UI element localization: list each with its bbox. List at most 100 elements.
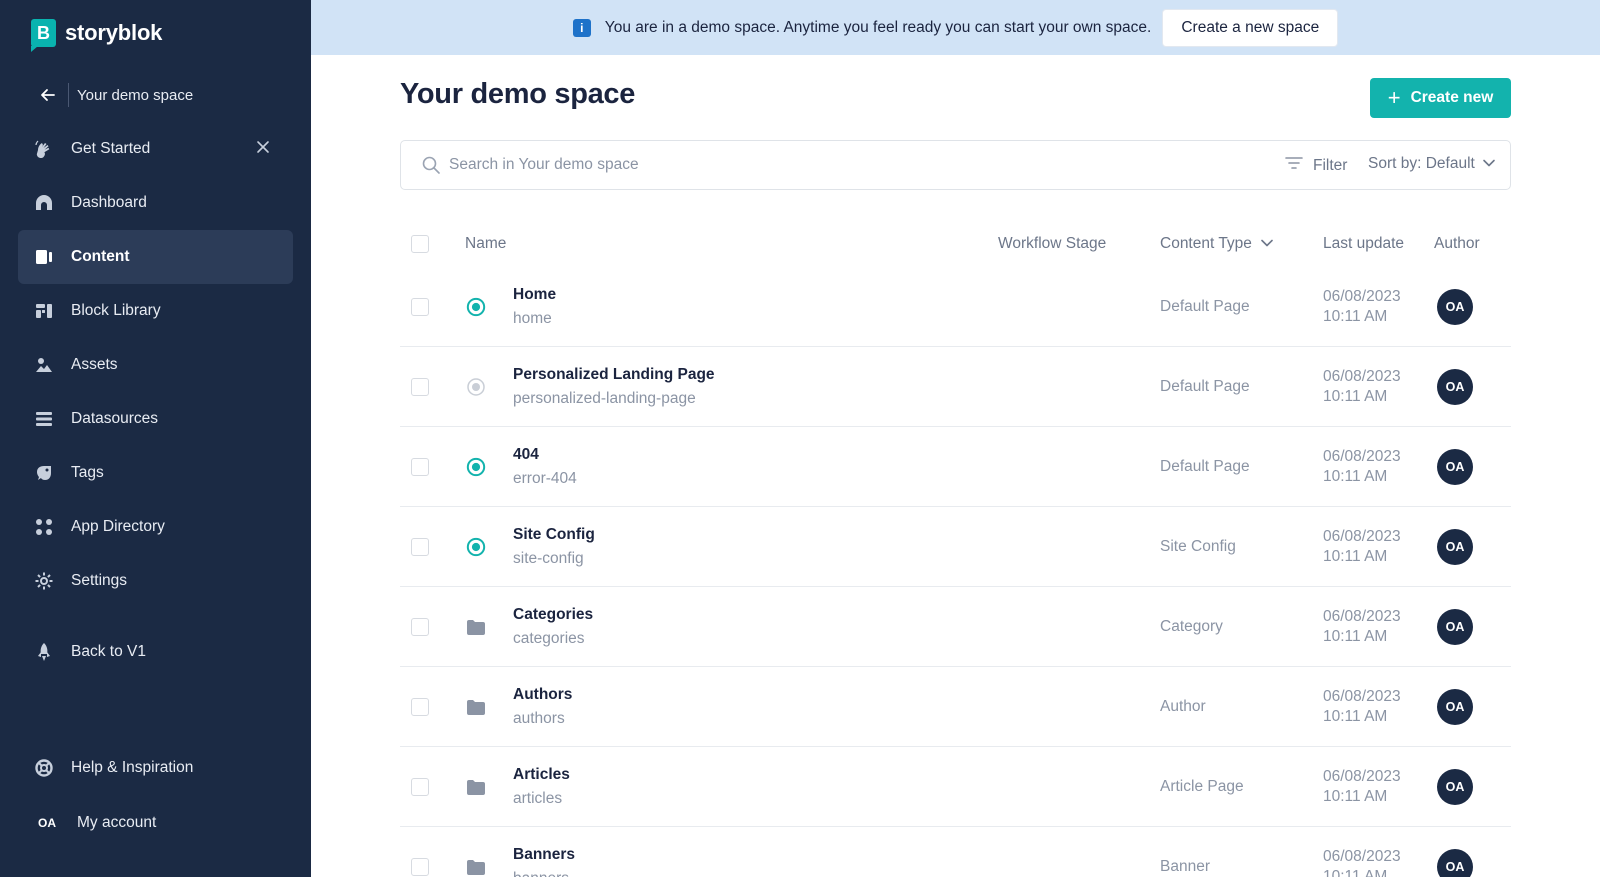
create-new-button[interactable]: + Create new — [1370, 78, 1511, 118]
select-all-checkbox[interactable] — [411, 235, 429, 253]
header-last-update[interactable]: Last update — [1323, 221, 1404, 267]
header-name[interactable]: Name — [465, 221, 506, 267]
filter-button[interactable]: Filter — [1284, 155, 1347, 176]
row-checkbox[interactable] — [411, 538, 429, 556]
row-checkbox[interactable] — [411, 698, 429, 716]
tag-icon — [34, 463, 54, 483]
page-title: Your demo space — [400, 78, 636, 110]
banner-text: You are in a demo space. Anytime you fee… — [604, 18, 1152, 36]
row-date: 06/08/2023 — [1323, 448, 1401, 465]
row-name-cell[interactable]: Personalized Landing Page personalized-la… — [513, 347, 715, 427]
row-checkbox[interactable] — [411, 298, 429, 316]
table-row[interactable]: Site Config site-config Site Config 06/08/2… — [400, 507, 1511, 587]
row-slug: articles — [513, 790, 563, 807]
sort-dropdown[interactable]: Sort by: Default — [1368, 155, 1496, 173]
table-row[interactable]: 404 error-404 Default Page 06/08/2023 10:11 … — [400, 427, 1511, 507]
apps-icon — [34, 517, 54, 537]
row-time: 10:11 AM — [1323, 388, 1388, 405]
table-row[interactable]: Personalized Landing Page personalized-la… — [400, 347, 1511, 427]
row-checkbox[interactable] — [411, 778, 429, 796]
sidebar-item-get-started[interactable]: Get Started — [18, 122, 293, 176]
block-library-icon — [34, 301, 54, 321]
row-name-cell[interactable]: Authors authors — [513, 667, 572, 747]
table-row[interactable]: Articles articles Article Page 06/08/2023 10… — [400, 747, 1511, 827]
sidebar-item-help[interactable]: Help & Inspiration — [18, 741, 293, 795]
sidebar-item-label: Assets — [71, 356, 118, 373]
row-title: Articles — [513, 766, 570, 783]
sidebar-item-app-directory[interactable]: App Directory — [18, 500, 293, 554]
sidebar-item-tags[interactable]: Tags — [18, 446, 293, 500]
storyblok-logo[interactable]: B storyblok — [31, 19, 163, 52]
row-last-update: 06/08/2023 10:11 AM — [1323, 667, 1401, 747]
row-content-type: Banner — [1160, 858, 1210, 875]
row-type-cell — [466, 507, 486, 587]
avatar[interactable]: OA — [1437, 529, 1473, 565]
sidebar-item-label: Datasources — [71, 410, 159, 427]
avatar[interactable]: OA — [1437, 609, 1473, 645]
row-title: Categories — [513, 606, 594, 623]
sidebar-item-back-to-v1[interactable]: Back to V1 — [18, 625, 293, 679]
logo-text: storyblok — [65, 20, 163, 45]
header-content-type[interactable]: Content Type — [1160, 221, 1274, 267]
close-icon[interactable] — [255, 139, 271, 159]
sidebar-item-dashboard[interactable]: Dashboard — [18, 176, 293, 230]
demo-space-banner: i You are in a demo space. Anytime you f… — [311, 0, 1600, 55]
create-new-space-button[interactable]: Create a new space — [1162, 8, 1339, 47]
table-row[interactable]: Banners banners Banner 06/08/2023 10:11 AM OA — [400, 827, 1511, 877]
header-workflow-stage[interactable]: Workflow Stage — [998, 221, 1106, 267]
select-all-cell — [411, 221, 429, 267]
row-author-cell: OA — [1437, 507, 1473, 587]
row-time: 10:11 AM — [1323, 708, 1388, 725]
search-input[interactable] — [449, 156, 1269, 174]
table-row[interactable]: Categories categories Category 06/08/2023 10… — [400, 587, 1511, 667]
sidebar-item-label: Get Started — [71, 140, 151, 157]
avatar[interactable]: OA — [1437, 369, 1473, 405]
row-time: 10:11 AM — [1323, 308, 1388, 325]
search-icon — [421, 155, 441, 175]
table-header: Name Workflow Stage Content Type Last up… — [400, 221, 1511, 267]
avatar[interactable]: OA — [1437, 849, 1473, 877]
avatar[interactable]: OA — [1437, 289, 1473, 325]
sidebar-item-datasources[interactable]: Datasources — [18, 392, 293, 446]
sidebar-item-my-account[interactable]: OA My account — [18, 795, 293, 851]
row-checkbox[interactable] — [411, 858, 429, 876]
row-name-cell[interactable]: Site Config site-config — [513, 507, 595, 587]
sidebar-item-settings[interactable]: Settings — [18, 554, 293, 608]
row-checkbox[interactable] — [411, 458, 429, 476]
sidebar-item-label: Dashboard — [71, 194, 147, 211]
divider — [68, 83, 69, 107]
row-select-cell — [411, 427, 429, 507]
row-name-cell[interactable]: Articles articles — [513, 747, 570, 827]
avatar[interactable]: OA — [1437, 689, 1473, 725]
sidebar-item-label: Settings — [71, 572, 128, 589]
row-checkbox[interactable] — [411, 618, 429, 636]
space-switcher[interactable]: Your demo space — [37, 80, 193, 110]
row-slug: home — [513, 310, 552, 327]
sidebar-item-label: Tags — [71, 464, 104, 481]
row-checkbox[interactable] — [411, 378, 429, 396]
row-name-cell[interactable]: Home home — [513, 267, 556, 347]
avatar[interactable]: OA — [1437, 449, 1473, 485]
row-select-cell — [411, 667, 429, 747]
header-author[interactable]: Author — [1434, 221, 1480, 267]
avatar[interactable]: OA — [1437, 769, 1473, 805]
row-author-cell: OA — [1437, 587, 1473, 667]
row-author-cell: OA — [1437, 267, 1473, 347]
sidebar-item-content[interactable]: Content — [18, 230, 293, 284]
row-author-cell: OA — [1437, 827, 1473, 877]
row-content-type: Default Page — [1160, 458, 1250, 475]
filter-icon — [1284, 155, 1304, 176]
row-slug: error-404 — [513, 470, 577, 487]
row-name-cell[interactable]: Categories categories — [513, 587, 593, 667]
row-name-cell[interactable]: 404 error-404 — [513, 427, 577, 507]
row-name-cell[interactable]: Banners banners — [513, 827, 575, 877]
table-row[interactable]: Authors authors Author 06/08/2023 10:11 AM OA — [400, 667, 1511, 747]
sidebar-item-assets[interactable]: Assets — [18, 338, 293, 392]
back-arrow-icon[interactable] — [37, 84, 59, 106]
sidebar-item-block-library[interactable]: Block Library — [18, 284, 293, 338]
sidebar-item-label: App Directory — [71, 518, 165, 535]
chevron-down-icon — [1260, 235, 1274, 253]
header-content-type-label: Content Type — [1160, 235, 1252, 252]
row-content-type: Author — [1160, 698, 1206, 715]
table-row[interactable]: Home home Default Page 06/08/2023 10:11 AM OA — [400, 267, 1511, 347]
